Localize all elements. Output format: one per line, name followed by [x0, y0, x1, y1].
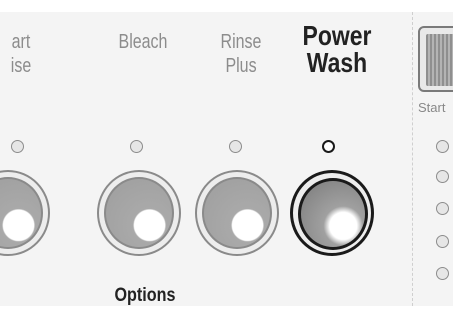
rinse-plus-option-button[interactable] — [195, 170, 279, 256]
power-wash-option-button[interactable] — [290, 170, 374, 256]
bleach-button-face — [104, 177, 174, 249]
partial-option-label: art ise — [0, 30, 57, 78]
panel-top-edge — [0, 0, 453, 12]
status-led-4 — [436, 235, 449, 248]
partial-label-line1: art — [11, 31, 31, 53]
power-wash-button-face — [298, 178, 368, 250]
rinse-plus-option-label: Rinse Plus — [205, 30, 277, 78]
power-wash-indicator-led — [322, 140, 335, 153]
rinse-plus-button-face — [202, 177, 272, 249]
section-divider — [412, 12, 413, 306]
bleach-option-label: Bleach — [107, 30, 179, 54]
status-led-2 — [436, 170, 449, 183]
start-button-face — [426, 34, 453, 86]
bleach-indicator-led — [130, 140, 143, 153]
partial-indicator-led — [11, 140, 24, 153]
status-led-5 — [436, 267, 449, 280]
partial-option-button[interactable] — [0, 170, 50, 256]
power-wash-label-line2: Wash — [306, 47, 368, 78]
bleach-label-text: Bleach — [118, 31, 168, 53]
partial-button-face — [0, 177, 43, 249]
panel-bottom-edge — [0, 306, 453, 318]
options-group-label: Options — [114, 285, 176, 306]
start-label: Start — [418, 100, 446, 115]
partial-label-line2: ise — [10, 55, 32, 77]
bleach-option-button[interactable] — [97, 170, 181, 256]
status-led-1 — [436, 140, 449, 153]
start-button[interactable] — [418, 26, 453, 92]
washer-control-panel: art ise Bleach Rinse Plus Power Wash Opt… — [0, 0, 453, 318]
status-led-3 — [436, 202, 449, 215]
power-wash-label-line1: Power — [302, 20, 372, 51]
rinse-plus-indicator-led — [229, 140, 242, 153]
rinse-plus-label-line1: Rinse — [220, 31, 262, 53]
rinse-plus-label-line2: Plus — [225, 55, 257, 77]
power-wash-option-label: Power Wash — [292, 20, 382, 78]
